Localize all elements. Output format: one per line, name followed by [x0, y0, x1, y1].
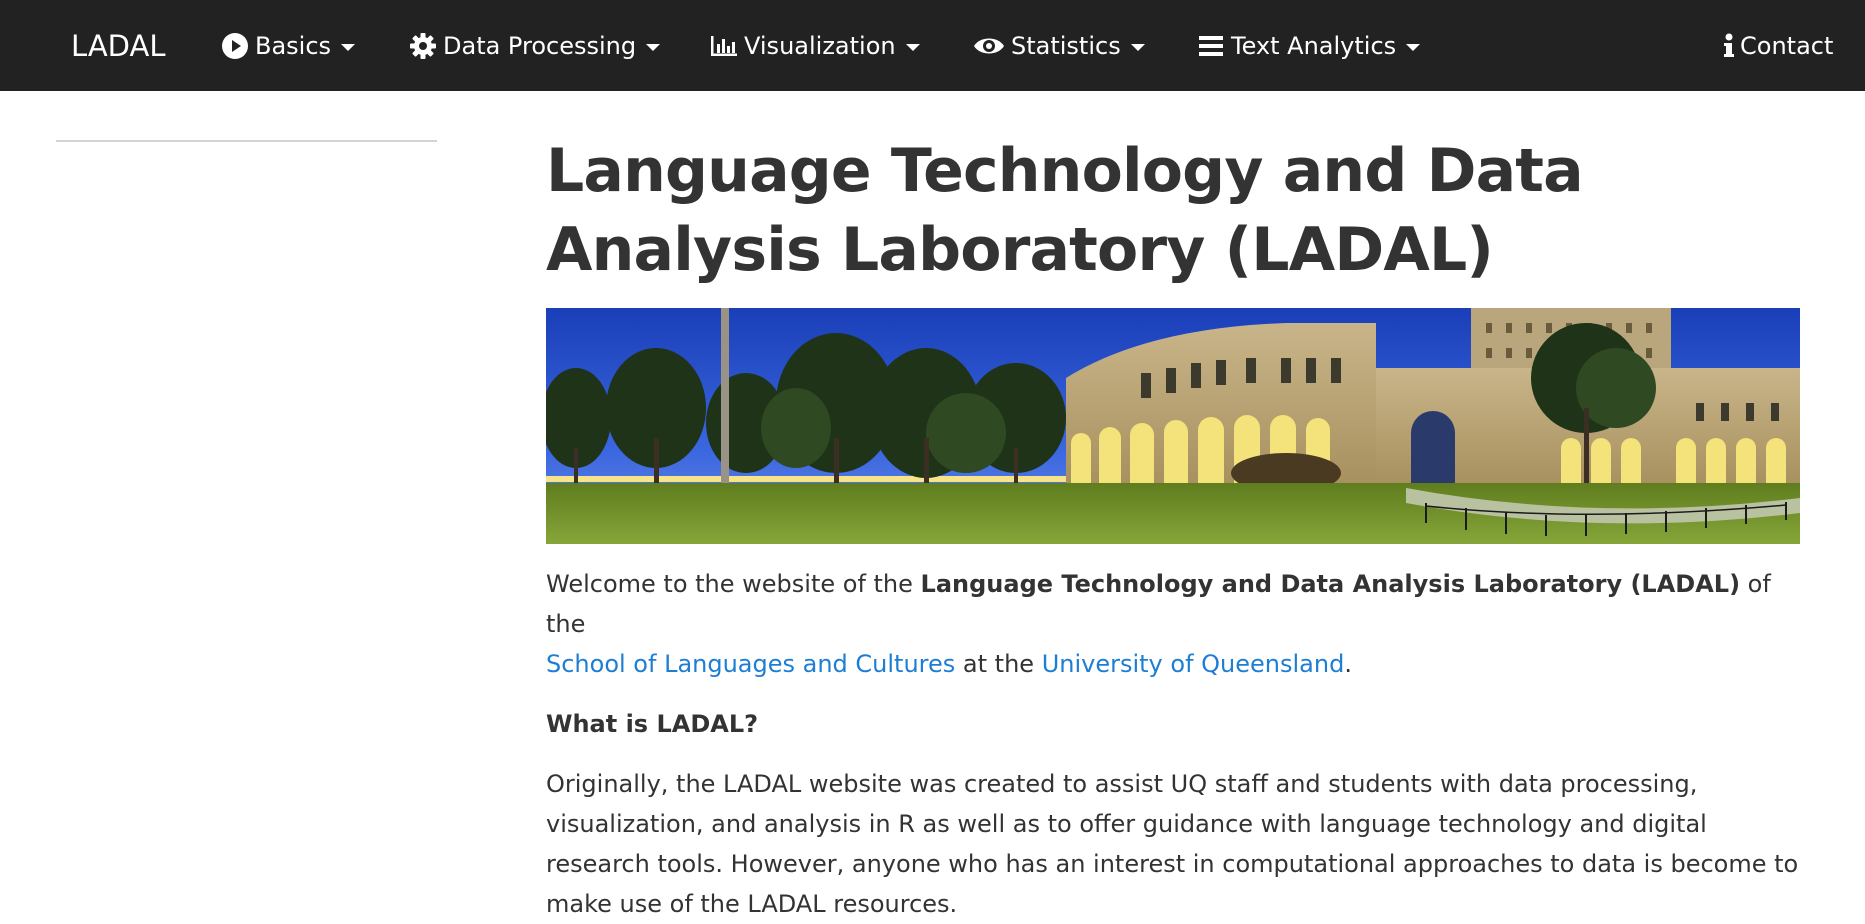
- intro-text: at the: [955, 650, 1042, 678]
- nav-contact-link[interactable]: Contact: [1722, 0, 1833, 91]
- top-navbar: LADAL Basics Data Processing Visualizati…: [0, 0, 1865, 91]
- intro-text: Welcome to the website of the: [546, 570, 921, 598]
- school-link[interactable]: School of Languages and Cultures: [546, 650, 955, 678]
- nav-text-analytics-label: Text Analytics: [1231, 31, 1397, 60]
- nav-statistics-dropdown[interactable]: Statistics: [973, 0, 1145, 91]
- nav-visualization-label: Visualization: [744, 31, 896, 60]
- caret-down-icon: [646, 44, 661, 51]
- intro-paragraph: Welcome to the website of the Language T…: [546, 564, 1800, 684]
- nav-basics-dropdown[interactable]: Basics: [221, 0, 356, 91]
- nav-data-processing-label: Data Processing: [443, 31, 637, 60]
- about-paragraph: Originally, the LADAL website was create…: [546, 770, 1799, 918]
- main-content: Language Technology and Data Analysis La…: [546, 132, 1800, 924]
- info-icon: [1722, 32, 1736, 60]
- bar-chart-icon: [710, 32, 738, 60]
- page-title: Language Technology and Data Analysis La…: [546, 136, 1584, 285]
- eye-icon: [973, 32, 1005, 60]
- nav-basics-label: Basics: [255, 31, 332, 60]
- campus-banner-image: [546, 308, 1800, 544]
- gear-icon: [409, 32, 437, 60]
- play-circle-icon: [221, 32, 249, 60]
- brand-link[interactable]: LADAL: [71, 0, 165, 91]
- caret-down-icon: [341, 44, 356, 51]
- nav-visualization-dropdown[interactable]: Visualization: [710, 0, 920, 91]
- intro-text: .: [1344, 650, 1352, 678]
- university-link[interactable]: University of Queensland: [1042, 650, 1345, 678]
- bars-icon: [1197, 32, 1225, 60]
- caret-down-icon: [905, 44, 920, 51]
- brand-label: LADAL: [71, 28, 166, 63]
- nav-statistics-label: Statistics: [1011, 31, 1121, 60]
- section-heading: What is LADAL?: [546, 710, 759, 738]
- nav-contact-label: Contact: [1740, 31, 1834, 60]
- caret-down-icon: [1406, 44, 1421, 51]
- sidebar-toc-divider: [56, 140, 437, 142]
- nav-data-processing-dropdown[interactable]: Data Processing: [409, 0, 661, 91]
- intro-lab-name: Language Technology and Data Analysis La…: [920, 570, 1741, 598]
- caret-down-icon: [1130, 44, 1145, 51]
- nav-text-analytics-dropdown[interactable]: Text Analytics: [1197, 0, 1421, 91]
